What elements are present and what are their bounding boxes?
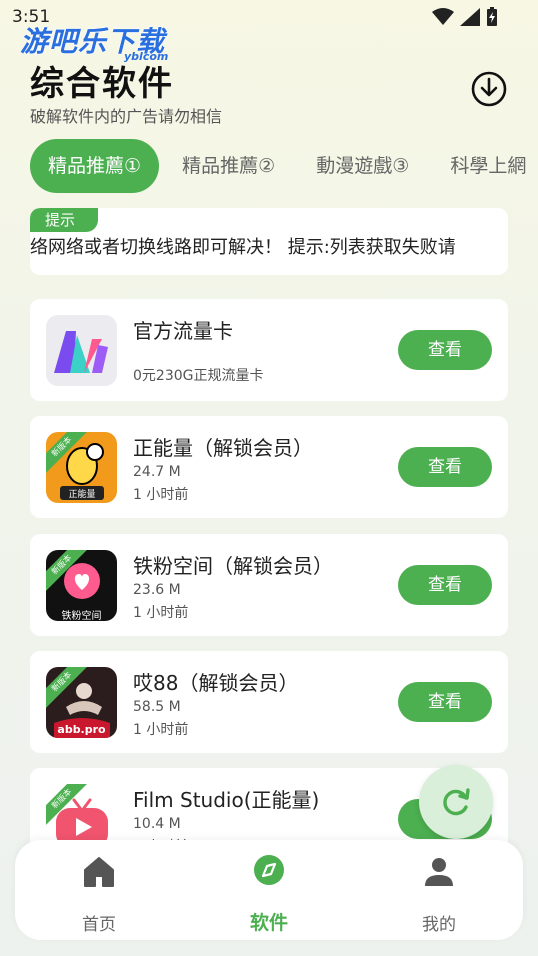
tab-science[interactable]: 科學上網 [432,139,538,193]
app-size: 23.6 M [133,582,181,598]
icon-caption: 正能量 [68,490,96,500]
battery-icon [487,7,497,26]
refresh-icon [443,788,470,816]
home-icon [84,857,114,887]
download-icon[interactable] [470,70,508,108]
nav-me-label: 我的 [422,915,456,935]
tab-anime-games[interactable]: 動漫遊戲③ [298,139,427,193]
category-tabs: 精品推薦① 精品推薦② 動漫遊戲③ 科學上網 [30,139,538,193]
app-icon [46,315,117,386]
person-icon [425,858,453,886]
nav-me[interactable]: 我的 [379,854,499,935]
app-time: 1 小时前 [133,605,189,621]
app-size: 58.5 M [133,699,181,715]
app-name: 官方流量卡 [133,319,233,343]
list-item[interactable]: 官方流量卡 0元230G正规流量卡 查看 [30,299,508,401]
bottom-nav: 首页 软件 我的 [15,840,523,940]
nav-software[interactable]: 软件 [209,854,329,935]
app-icon: 铁粉空间 新版本 [46,550,117,621]
notice-banner: 提示 络网络或者切换线路即可解决！ 提示:列表获取失败请 [30,208,508,275]
signal-icon [460,8,480,26]
icon-caption: 铁粉空间 [61,611,102,621]
refresh-button[interactable] [419,765,493,839]
app-size: 24.7 M [133,464,181,480]
notice-text: 络网络或者切换线路即可解决！ 提示:列表获取失败请 [30,237,456,258]
list-item[interactable]: abb.pro 新版本 哎88（解锁会员） 58.5 M 1 小时前 查看 [30,651,508,753]
app-name: 哎88（解锁会员） [133,671,299,695]
app-size: 10.4 M [133,816,181,832]
tab-featured-1[interactable]: 精品推薦① [30,139,160,193]
list-item[interactable]: 铁粉空间 新版本 铁粉空间（解锁会员） 23.6 M 1 小时前 查看 [30,534,508,636]
view-button[interactable]: 查看 [398,565,492,605]
view-button[interactable]: 查看 [398,682,492,722]
app-desc: 0元230G正规流量卡 [133,368,264,384]
wifi-icon [432,8,454,25]
nav-home-label: 首页 [82,915,116,935]
nav-software-label: 软件 [249,912,288,934]
tab-featured-2[interactable]: 精品推薦② [164,139,293,193]
app-name: 正能量（解锁会员） [133,436,313,460]
app-time: 1 小时前 [133,487,189,503]
compass-icon [254,855,284,885]
icon-caption: abb.pro [57,723,106,736]
page-subtitle: 破解软件内的广告请勿相信 [30,107,223,126]
notice-badge: 提示 [30,208,98,232]
view-button[interactable]: 查看 [398,330,492,370]
app-name: 铁粉空间（解锁会员） [133,554,333,578]
app-icon: 正能量 新版本 [46,432,117,503]
app-name: Film Studio(正能量) [133,788,320,812]
app-icon: abb.pro 新版本 [46,667,117,738]
page-title: 综合软件 [30,64,174,104]
app-time: 1 小时前 [133,722,189,738]
view-button[interactable]: 查看 [398,447,492,487]
list-item[interactable]: 正能量 新版本 正能量（解锁会员） 24.7 M 1 小时前 查看 [30,416,508,518]
nav-home[interactable]: 首页 [39,854,159,935]
